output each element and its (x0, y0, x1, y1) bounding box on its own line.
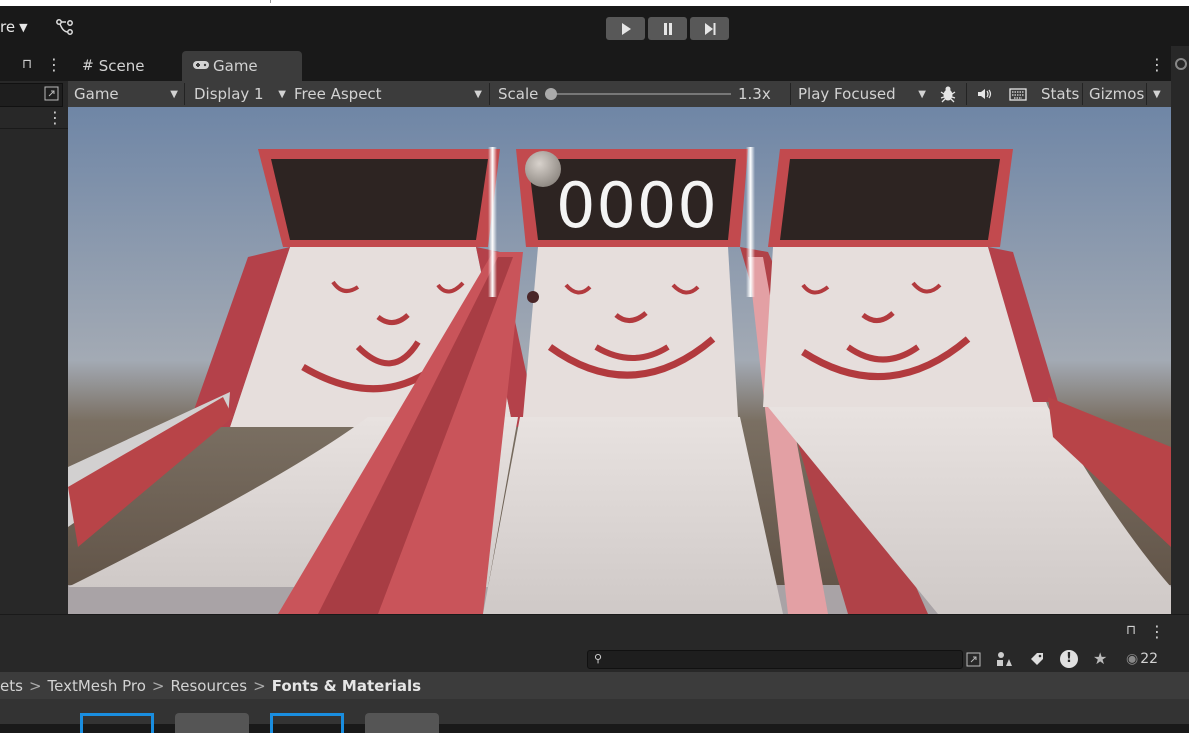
filter-type-icon[interactable] (996, 651, 1012, 667)
project-toolbar: ⚲ ! ★ ◉ 22 (0, 647, 1189, 672)
gamepad-icon (192, 57, 210, 75)
hierarchy-panel: ⊓ ⋮ ⋮ (0, 46, 68, 614)
breadcrumb-current[interactable]: Fonts & Materials (272, 677, 421, 695)
chevron-down-icon: ▼ (918, 88, 926, 100)
tab-game-label: Game (213, 57, 258, 75)
breadcrumb-item[interactable]: Resources (171, 677, 248, 695)
chevron-down-icon: ▼ (1153, 88, 1161, 100)
scale-slider-track (545, 93, 731, 95)
asset-grid (0, 699, 1189, 733)
scale-value: 1.3x (738, 85, 771, 103)
keyboard-icon[interactable] (1006, 81, 1030, 107)
display-select-value: Display 1 (194, 85, 264, 103)
breadcrumb: ets > TextMesh Pro > Resources > Fonts &… (0, 672, 1189, 699)
view-select[interactable]: Game ▼ (74, 81, 178, 107)
warning-icon[interactable]: ! (1060, 650, 1078, 668)
visible-count-value: 22 (1140, 651, 1159, 667)
breadcrumb-item[interactable]: TextMesh Pro (48, 677, 146, 695)
project-more-menu-icon[interactable]: ⋮ (1149, 624, 1165, 640)
scale-slider[interactable] (545, 88, 731, 100)
label-icon[interactable] (1029, 651, 1045, 667)
hierarchy-row[interactable]: ⋮ (0, 108, 68, 129)
visible-count[interactable]: ◉ 22 (1126, 651, 1158, 667)
main-toolbar: re ▼ (0, 6, 1189, 46)
tab-scene[interactable]: # Scene (72, 51, 190, 81)
maximize-icon[interactable] (44, 86, 59, 101)
step-icon (704, 22, 715, 35)
version-control-icon[interactable] (55, 17, 75, 41)
asset-thumbnail[interactable] (365, 713, 439, 733)
asset-thumbnail[interactable] (175, 713, 249, 733)
right-panel-edge (1171, 46, 1189, 614)
chevron-right-icon: > (253, 676, 266, 695)
speaker-icon[interactable] (974, 81, 996, 107)
more-menu-icon[interactable]: ⋮ (46, 57, 62, 73)
asset-thumbnail[interactable] (80, 713, 154, 733)
display-select[interactable]: Display 1 ▼ (194, 81, 286, 107)
star-icon[interactable]: ★ (1093, 649, 1107, 668)
lock-icon[interactable]: ⊓ (1126, 623, 1136, 638)
account-dropdown[interactable]: re ▼ (0, 18, 28, 36)
play-mode-value: Play Focused (798, 85, 896, 103)
scale-label: Scale (498, 85, 539, 103)
bug-icon[interactable] (937, 81, 959, 107)
lock-icon[interactable]: ⊓ (22, 57, 32, 72)
chevron-down-icon: ▼ (19, 20, 28, 34)
play-icon (621, 22, 631, 35)
open-window-icon[interactable] (966, 652, 981, 667)
project-header: ⊓ ⋮ (0, 614, 1189, 648)
chevron-down-icon: ▼ (170, 88, 178, 100)
hierarchy-header: ⊓ ⋮ (0, 46, 68, 81)
grid-icon: # (82, 58, 94, 74)
tab-game[interactable]: Game (182, 51, 302, 81)
stats-button[interactable]: Stats (1041, 81, 1079, 107)
eye-icon: ◉ (1126, 651, 1139, 667)
game-viewport[interactable]: 0000 (68, 107, 1171, 614)
chevron-right-icon: > (28, 676, 42, 695)
view-select-value: Game (74, 85, 119, 103)
view-tab-bar: # Scene Game ⋮ (68, 46, 1171, 81)
inspector-icon[interactable] (1175, 58, 1187, 70)
play-button[interactable] (606, 17, 645, 40)
gizmos-button[interactable]: Gizmos (1089, 81, 1144, 107)
asset-thumbnail[interactable] (270, 713, 344, 733)
project-search-input[interactable]: ⚲ (587, 650, 963, 669)
score-display: 0000 (556, 169, 718, 242)
game-toolbar: Game ▼ Display 1 ▼ Free Aspect ▼ Scale 1… (68, 81, 1171, 107)
search-icon: ⚲ (594, 652, 603, 665)
pause-button[interactable] (648, 17, 687, 40)
breadcrumb-item[interactable]: ets (0, 677, 23, 695)
view-more-menu-icon[interactable]: ⋮ (1149, 57, 1165, 73)
tab-scene-label: Scene (98, 57, 145, 75)
chevron-down-icon: ▼ (278, 88, 286, 100)
aspect-select-value: Free Aspect (294, 85, 382, 103)
row-menu-icon[interactable]: ⋮ (47, 110, 63, 126)
account-label: re (0, 18, 16, 36)
scale-slider-thumb[interactable] (545, 88, 557, 100)
gizmos-dropdown[interactable]: ▼ (1153, 81, 1167, 107)
aspect-select[interactable]: Free Aspect ▼ (294, 81, 482, 107)
chevron-right-icon: > (151, 676, 165, 695)
pause-icon (663, 22, 672, 35)
chevron-down-icon: ▼ (474, 88, 482, 100)
step-button[interactable] (690, 17, 729, 40)
play-mode-select[interactable]: Play Focused ▼ (798, 81, 926, 107)
